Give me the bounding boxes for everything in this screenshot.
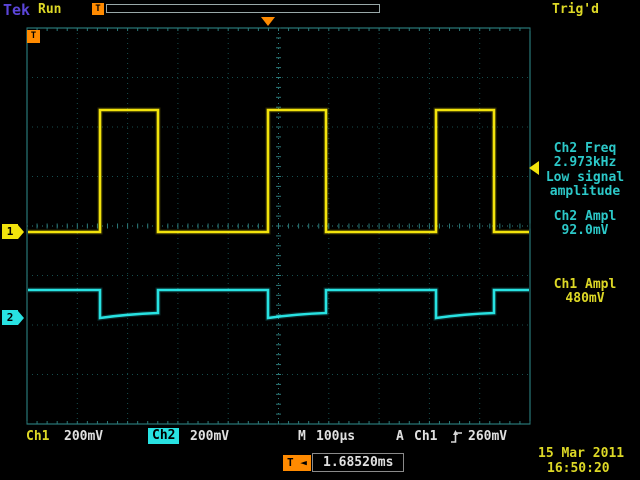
ch1-ampl-label: Ch1 Ampl (532, 277, 638, 292)
oscilloscope-screen: Tek Run T Trig'd T 1 2 Ch2 Freq 2.973kHz… (0, 0, 640, 480)
ch2-ampl-value: 92.0mV (532, 223, 638, 238)
ch2-trace (28, 290, 529, 318)
signal-warning-line2: amplitude (532, 184, 638, 199)
ch1-marker-label: 1 (2, 224, 18, 239)
ch1-ground-marker: 1 (2, 224, 24, 239)
ch2-ampl-label: Ch2 Ampl (532, 209, 638, 224)
trigger-source-value: Ch1 (414, 429, 437, 444)
ch1-trace (28, 110, 529, 232)
graticule-grid (27, 28, 530, 424)
time-display: 16:50:20 (547, 461, 610, 476)
trigger-record-marker-icon: T (92, 3, 104, 15)
delay-marker-arrow-icon: ◄ (300, 456, 307, 469)
ch2-freq-value: 2.973kHz (532, 155, 638, 170)
trigger-level-value: 260mV (468, 429, 507, 444)
acquisition-state: Run (38, 2, 61, 17)
delay-marker-t: T (287, 456, 294, 469)
date-display: 15 Mar 2011 (538, 446, 624, 461)
ch1-scale-label: Ch1 (26, 429, 49, 444)
trigger-source-prefix: A (396, 429, 404, 444)
graticule-and-traces (0, 0, 640, 480)
ch2-marker-label: 2 (2, 310, 18, 325)
ch2-ground-marker: 2 (2, 310, 24, 325)
ch1-ampl-value: 480mV (532, 291, 638, 306)
trigger-time-marker-icon: T (27, 30, 40, 43)
ch2-scale-value: 200mV (190, 429, 229, 444)
trigger-status: Trig'd (552, 2, 599, 17)
timebase-value: 100µs (316, 429, 355, 444)
delay-readout: 1.68520ms (312, 453, 404, 472)
signal-warning-line1: Low signal (532, 170, 638, 185)
brand-logo: Tek (3, 1, 30, 19)
timebase-label: M (298, 429, 306, 444)
delay-marker-box: T ◄ (283, 455, 311, 471)
ch2-scale-label: Ch2 (148, 428, 179, 444)
ch2-marker-arrow-icon (18, 311, 24, 325)
ch2-freq-label: Ch2 Freq (532, 141, 638, 156)
trigger-position-icon (261, 17, 275, 26)
ch1-scale-value: 200mV (64, 429, 103, 444)
rising-edge-icon (450, 429, 463, 444)
ch1-marker-arrow-icon (18, 225, 24, 239)
record-view-bar (106, 4, 380, 13)
